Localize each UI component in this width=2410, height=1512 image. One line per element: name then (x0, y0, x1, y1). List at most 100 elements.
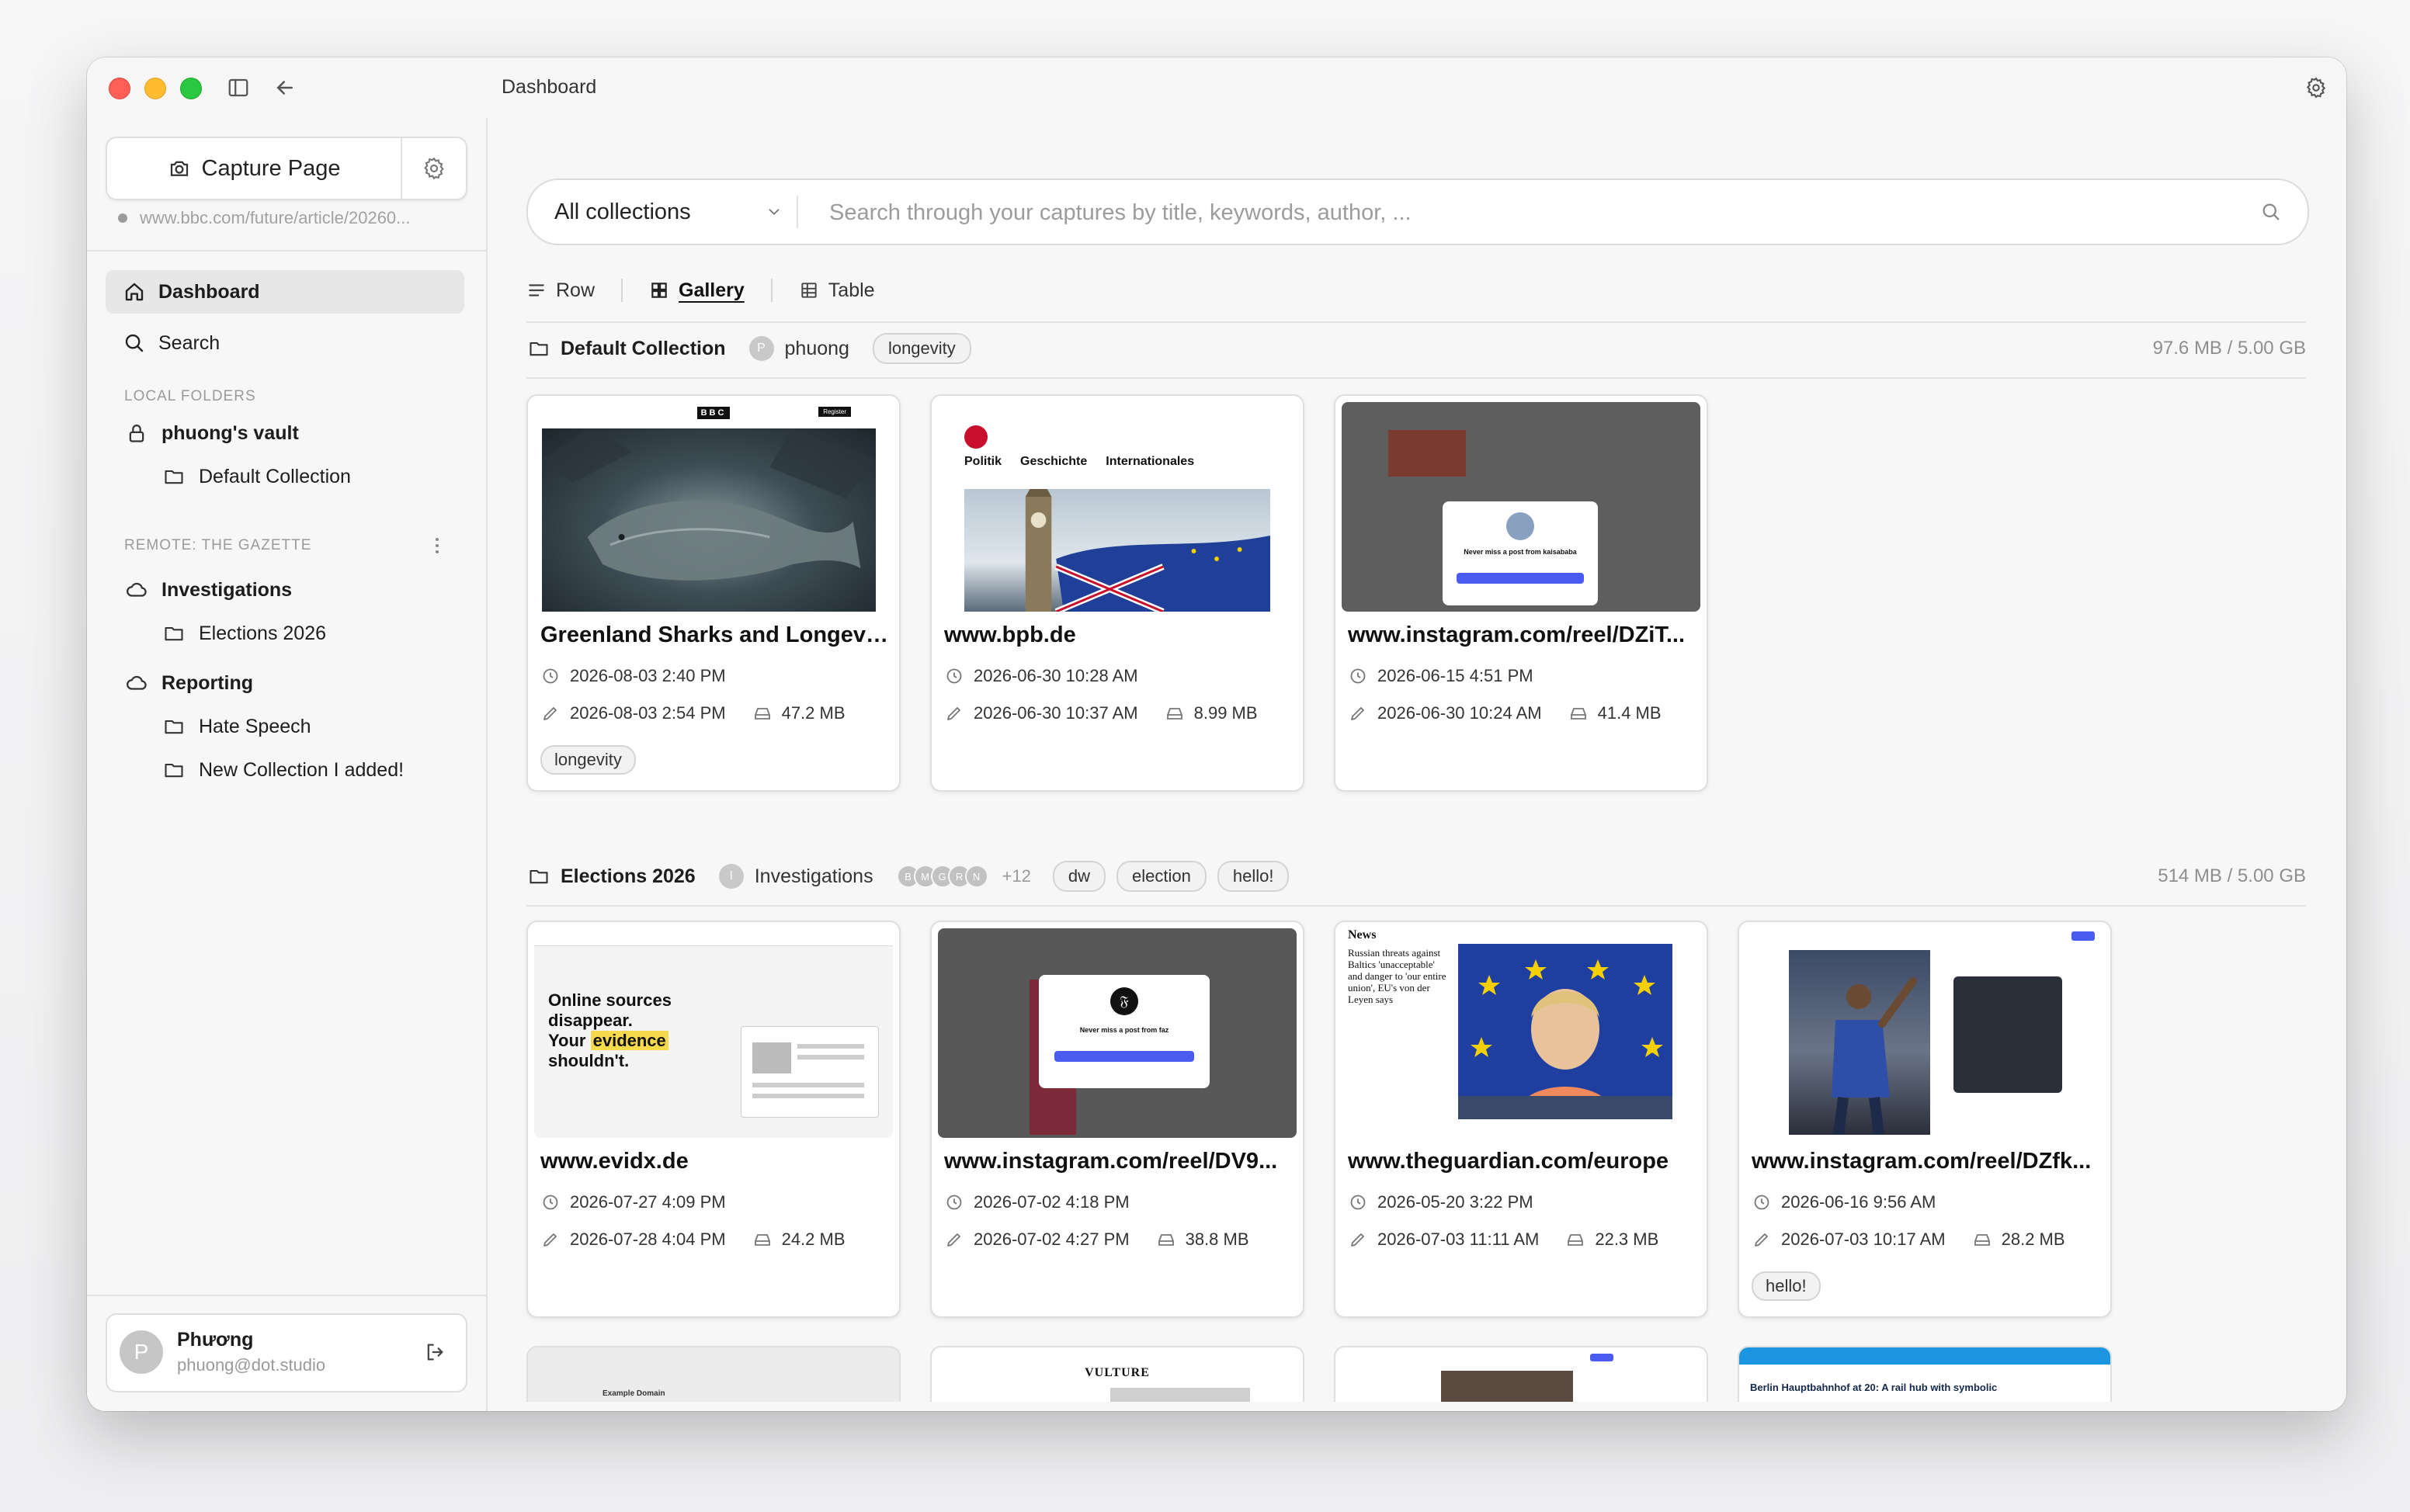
current-page-url: www.bbc.com/future/article/20260... (118, 208, 411, 228)
minimize-window-button[interactable] (144, 78, 166, 99)
collection-select[interactable]: All collections (554, 180, 691, 244)
capture-card[interactable]: Never miss a post from kaisababa www.ins… (1334, 394, 1708, 792)
capture-page-label: Capture Page (201, 155, 341, 181)
user-card[interactable]: P Phương phuong@dot.studio (106, 1313, 467, 1392)
section-label: News (1348, 928, 1377, 942)
tag-chip[interactable]: hello! (1217, 861, 1290, 892)
capture-title[interactable]: www.instagram.com/reel/DZiT... (1348, 622, 1696, 648)
nav-search[interactable]: Search (106, 321, 464, 365)
settings-gear-icon[interactable] (2301, 73, 2331, 102)
elections-label: Elections 2026 (199, 622, 327, 644)
tag-chip[interactable]: election (1116, 861, 1207, 892)
edited-date: 2026-08-03 2:54 PM 47.2 MB (540, 703, 846, 723)
capture-page-button[interactable]: Capture Page (107, 138, 402, 199)
created-date: 2026-06-15 4:51 PM (1348, 666, 1533, 686)
capture-card[interactable]: Example Domain (526, 1346, 901, 1402)
capture-title[interactable]: www.theguardian.com/europe (1348, 1149, 1696, 1174)
bpb-nav-item: Internationales (1106, 455, 1195, 468)
capture-thumbnail: News Russian threats against Baltics 'un… (1342, 928, 1700, 1138)
avatar: N (964, 865, 988, 888)
edited-date-text: 2026-07-03 10:17 AM (1781, 1229, 1946, 1249)
capture-title[interactable]: Greenland Sharks and Longevity (540, 622, 888, 648)
capture-card[interactable]: VULTURE (930, 1346, 1304, 1402)
search-input[interactable] (828, 180, 2228, 245)
created-date: 2026-06-30 10:28 AM (944, 666, 1138, 686)
signup-button (1590, 1354, 1613, 1361)
member-avatars[interactable]: B M G R N (896, 865, 988, 888)
zoom-window-button[interactable] (180, 78, 202, 99)
tag-chip[interactable]: longevity (872, 333, 971, 364)
close-window-button[interactable] (109, 78, 130, 99)
file-size: 28.2 MB (1972, 1229, 2065, 1250)
file-size-text: 38.8 MB (1185, 1229, 1249, 1249)
logout-icon[interactable] (421, 1338, 449, 1366)
thumb-text: Berlin Hauptbahnhof at 20: A rail hub wi… (1750, 1382, 1998, 1393)
divider (87, 250, 486, 251)
capture-card[interactable]: News Russian threats against Baltics 'un… (1334, 921, 1708, 1318)
folder-default-collection[interactable]: Default Collection (161, 464, 351, 489)
chevron-down-icon[interactable] (762, 200, 786, 224)
more-members-count[interactable]: +12 (1002, 866, 1031, 886)
capture-card[interactable]: 𝔉 Never miss a post from faz www.instagr… (930, 921, 1304, 1318)
folder-hate-speech[interactable]: Hate Speech (161, 714, 311, 739)
folder-elections-2026[interactable]: Elections 2026 (161, 621, 326, 646)
vault-item[interactable]: phuong's vault (124, 421, 299, 446)
file-size: 22.3 MB (1565, 1229, 1658, 1250)
remote-more-icon[interactable] (425, 534, 449, 557)
view-row-tab[interactable]: Row (526, 275, 595, 306)
sidebar-toggle-icon[interactable] (224, 73, 253, 102)
drive-icon (752, 703, 773, 723)
capture-card[interactable]: Politik Geschichte Internationales www.b… (930, 394, 1304, 792)
file-size-text: 47.2 MB (781, 703, 846, 723)
capture-settings-gear-icon[interactable] (402, 138, 466, 199)
capture-title[interactable]: www.instagram.com/reel/DZfk... (1752, 1149, 2099, 1174)
view-table-label: Table (828, 279, 875, 301)
capture-card[interactable]: Berlin Hauptbahnhof at 20: A rail hub wi… (1738, 1346, 2112, 1402)
eu-image (1458, 944, 1672, 1119)
clock-icon (944, 666, 964, 686)
clock-icon (1752, 1192, 1772, 1212)
capture-title[interactable]: www.bpb.de (944, 622, 1292, 648)
capture-card[interactable]: Online sources disappear. Your evidence … (526, 921, 901, 1318)
drive-icon (1565, 1229, 1585, 1250)
capture-card[interactable]: www.instagram.com/reel/DZfk... 2026-06-1… (1738, 921, 2112, 1318)
evidx-headline: Online sources disappear. Your evidence … (548, 990, 672, 1071)
tag-chip[interactable]: hello! (1752, 1271, 1821, 1301)
file-size-text: 8.99 MB (1193, 703, 1258, 723)
capture-card[interactable]: BBC Register Greenland Sharks and Longev… (526, 394, 901, 792)
capture-title[interactable]: www.instagram.com/reel/DV9... (944, 1149, 1292, 1174)
remote-label: REMOTE: THE GAZETTE (124, 537, 312, 553)
tag-chip[interactable]: longevity (540, 745, 636, 775)
tag-chip[interactable]: dw (1052, 861, 1106, 892)
storage-usage: 514 MB / 5.00 GB (2158, 865, 2306, 886)
created-date: 2026-08-03 2:40 PM (540, 666, 726, 686)
thumb-image-block (1110, 1388, 1250, 1402)
app-window: Dashboard Capture Page www.bbc.com/futur… (87, 57, 2346, 1411)
remote-reporting[interactable]: Reporting (124, 671, 253, 695)
file-size: 47.2 MB (752, 703, 846, 723)
collection-title[interactable]: Elections 2026 (561, 865, 696, 888)
capture-title[interactable]: www.evidx.de (540, 1149, 888, 1174)
main-content: All collections Row (488, 118, 2346, 1411)
drive-icon (1156, 1229, 1176, 1250)
nav-dashboard[interactable]: Dashboard (106, 270, 464, 314)
view-gallery-tab[interactable]: Gallery (649, 275, 745, 306)
collection-title[interactable]: Default Collection (561, 338, 726, 360)
search-icon[interactable] (2258, 199, 2284, 225)
edited-date: 2026-07-02 4:27 PM 38.8 MB (944, 1229, 1249, 1250)
capture-card[interactable] (1334, 1346, 1708, 1402)
owner-avatar: P (748, 336, 774, 361)
hate-speech-label: Hate Speech (199, 715, 311, 737)
view-switcher: Row Gallery Table (526, 275, 875, 306)
remote-investigations[interactable]: Investigations (124, 577, 292, 602)
headline-line: shouldn't. (548, 1051, 630, 1070)
comments-image (1953, 976, 2062, 1093)
view-table-tab[interactable]: Table (799, 275, 875, 306)
thumb-text: Example Domain (602, 1389, 665, 1398)
edited-date-text: 2026-07-02 4:27 PM (974, 1229, 1130, 1249)
back-arrow-icon[interactable] (270, 73, 300, 102)
folder-new-collection[interactable]: New Collection I added! (161, 758, 404, 782)
created-date-text: 2026-08-03 2:40 PM (570, 666, 726, 685)
edited-date-text: 2026-07-03 11:11 AM (1377, 1229, 1540, 1249)
headline-line: disappear. (548, 1011, 633, 1030)
